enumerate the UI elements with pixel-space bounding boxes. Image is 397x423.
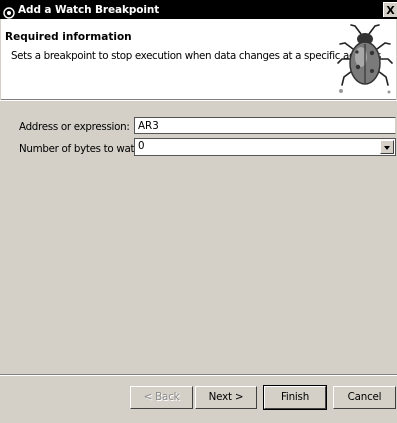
header-description: Sets a breakpoint to stop execution when… — [11, 50, 382, 62]
wizard-header: Required information Sets a breakpoint t… — [1, 19, 396, 100]
address-label: Address or expression: — [19, 121, 130, 133]
chevron-down-icon[interactable] — [380, 140, 394, 154]
dialog-window: Add a Watch Breakpoint X Required inform… — [0, 0, 397, 423]
finish-button[interactable]: Finish — [263, 385, 327, 410]
address-input[interactable] — [134, 117, 396, 134]
back-button[interactable]: < Back — [130, 386, 193, 409]
header-separator — [0, 100, 397, 101]
cancel-button[interactable]: Cancel — [333, 386, 396, 409]
header-title: Required information — [5, 31, 132, 43]
window-title: Add a Watch Breakpoint — [18, 3, 160, 16]
bytes-combo[interactable]: 0 — [134, 138, 396, 156]
title-bar[interactable]: Add a Watch Breakpoint X — [0, 0, 397, 19]
app-icon — [3, 4, 15, 19]
bytes-value: 0 — [138, 140, 145, 152]
bytes-label: Number of bytes to watch: — [19, 143, 150, 155]
close-icon: X — [386, 4, 395, 17]
next-button[interactable]: Next > — [195, 386, 257, 409]
close-button[interactable]: X — [383, 2, 397, 17]
button-bar-separator — [0, 374, 397, 376]
bug-icon — [337, 24, 393, 94]
